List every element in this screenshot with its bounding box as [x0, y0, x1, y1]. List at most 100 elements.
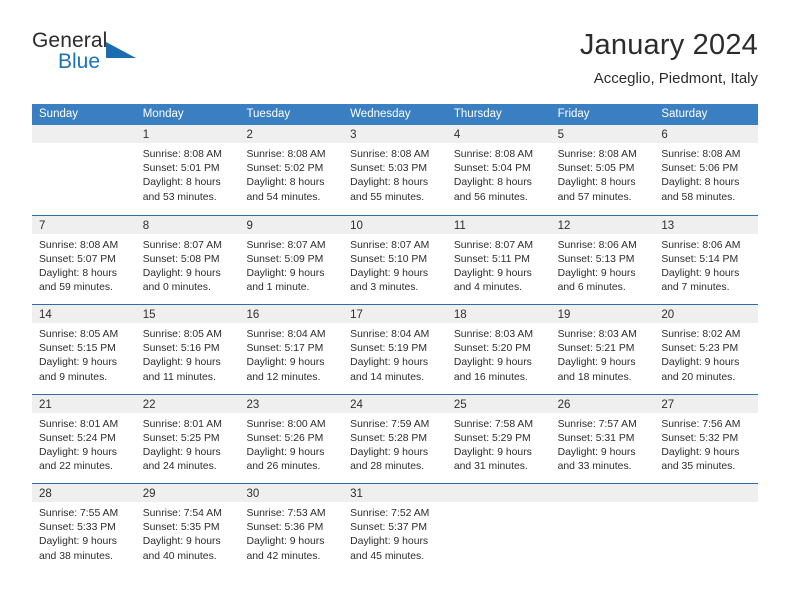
day-cell-19[interactable]: 19 Sunrise: 8:03 AM Sunset: 5:21 PM Dayligh…: [550, 305, 655, 394]
day-cell-1[interactable]: 1 Sunrise: 8:08 AM Sunset: 5:01 PM Daylight…: [135, 125, 240, 215]
day-number: 18: [453, 309, 467, 321]
sunrise-text: Sunrise: 8:07 AM: [246, 239, 326, 251]
day-cell-31[interactable]: 31 Sunrise: 7:52 AM Sunset: 5:37 PM Dayligh…: [343, 484, 447, 573]
sunset-text: Sunset: 5:19 PM: [350, 343, 427, 355]
daylight-text-cont: and 18 minutes.: [557, 371, 632, 383]
sunset-text: Sunset: 5:08 PM: [142, 253, 220, 265]
daylight-text: Daylight: 9 hours: [557, 357, 636, 369]
day-cell-26[interactable]: 26 Sunrise: 7:57 AM Sunset: 5:31 PM Dayligh…: [550, 394, 655, 483]
day-number: 22: [142, 398, 156, 411]
calendar-grid: Sunday Monday Tuesday Wednesday Thursday Frid…: [32, 104, 759, 573]
sunset-text: Sunset: 5:28 PM: [350, 432, 427, 444]
day-number: 14: [39, 309, 52, 321]
weekday-header-thursday: Thursday: [453, 108, 502, 120]
day-number: 5: [557, 129, 564, 141]
sunrise-text: Sunrise: 8:01 AM: [142, 418, 222, 430]
day-cell-12[interactable]: 12 Sunrise: 8:06 AM Sunset: 5:13 PM Dayligh…: [550, 215, 655, 304]
day-cell-25[interactable]: 25 Sunrise: 7:58 AM Sunset: 5:29 PM Dayligh…: [446, 394, 551, 483]
day-number-band: 11: [446, 215, 551, 234]
day-number: 27: [661, 398, 675, 411]
sunrise-text: Sunrise: 8:03 AM: [557, 329, 637, 340]
daylight-text-cont: and 14 minutes.: [350, 371, 425, 383]
brand-name-top: General: [32, 29, 108, 52]
day-number-band: 12: [550, 215, 655, 234]
daylight-text: Daylight: 9 hours: [39, 536, 117, 548]
day-cell-24[interactable]: 24 Sunrise: 7:59 AM Sunset: 5:28 PM Dayligh…: [343, 394, 447, 483]
day-number-band: 4: [446, 125, 551, 143]
day-cell-details: Sunrise: 8:05 AM Sunset: 5:16 PM Daylight:…: [136, 323, 240, 385]
sunrise-text: Sunrise: 8:07 AM: [142, 239, 222, 251]
day-cell-13[interactable]: 13 Sunrise: 8:06 AM Sunset: 5:14 PM Dayligh…: [654, 215, 759, 304]
day-cell-6[interactable]: 6 Sunrise: 8:08 AM Sunset: 5:06 PM Daylight…: [654, 125, 759, 215]
day-number-band: 18: [446, 305, 551, 323]
day-cell-14[interactable]: 14 Sunrise: 8:05 AM Sunset: 5:15 PM Dayligh…: [32, 305, 136, 394]
day-cell-18[interactable]: 18 Sunrise: 8:03 AM Sunset: 5:20 PM Dayligh…: [446, 305, 551, 394]
sunrise-text: Sunrise: 8:05 AM: [39, 329, 119, 340]
day-cell-empty: [654, 484, 759, 573]
daylight-text-cont: and 59 minutes.: [39, 282, 113, 294]
day-cell-27[interactable]: 27 Sunrise: 7:56 AM Sunset: 5:32 PM Dayligh…: [654, 394, 759, 483]
day-number-band: 14: [32, 305, 136, 323]
day-cell-22[interactable]: 22 Sunrise: 8:01 AM Sunset: 5:25 PM Dayligh…: [135, 394, 240, 483]
daylight-text: Daylight: 9 hours: [246, 536, 325, 548]
sunset-text: Sunset: 5:16 PM: [142, 343, 220, 355]
day-number-band: 21: [32, 394, 136, 413]
day-cell-30[interactable]: 30 Sunrise: 7:53 AM Sunset: 5:36 PM Dayligh…: [239, 484, 344, 573]
daylight-text: Daylight: 9 hours: [350, 446, 429, 458]
day-number-band: 31: [343, 484, 447, 502]
sunrise-text: Sunrise: 8:08 AM: [453, 149, 534, 160]
daylight-text-cont: and 54 minutes.: [246, 191, 321, 203]
daylight-text: Daylight: 9 hours: [453, 267, 532, 279]
calendar-week-row: 1 Sunrise: 8:08 AM Sunset: 5:01 PM Daylight…: [32, 125, 759, 215]
daylight-text: Daylight: 8 hours: [453, 177, 532, 189]
daylight-text: Daylight: 9 hours: [142, 446, 221, 458]
day-number-band: 19: [550, 305, 655, 323]
day-cell-10[interactable]: 10 Sunrise: 8:07 AM Sunset: 5:10 PM Dayligh…: [343, 215, 447, 304]
day-number: 26: [557, 398, 571, 411]
day-cell-2[interactable]: 2 Sunrise: 8:08 AM Sunset: 5:02 PM Daylight…: [239, 125, 344, 215]
day-cell-9[interactable]: 9 Sunrise: 8:07 AM Sunset: 5:09 PM Daylight…: [239, 215, 344, 304]
day-cell-16[interactable]: 16 Sunrise: 8:04 AM Sunset: 5:17 PM Dayligh…: [239, 305, 344, 394]
day-number-band: 13: [654, 215, 759, 234]
day-cell-23[interactable]: 23 Sunrise: 8:00 AM Sunset: 5:26 PM Dayligh…: [239, 394, 344, 483]
day-cell-details: Sunrise: 8:06 AM Sunset: 5:13 PM Daylight:…: [551, 234, 655, 296]
day-cell-details: Sunrise: 8:05 AM Sunset: 5:15 PM Daylight:…: [32, 323, 136, 385]
daylight-text-cont: and 9 minutes.: [39, 371, 108, 383]
day-number-band: 5: [550, 125, 655, 143]
day-cell-3[interactable]: 3 Sunrise: 8:08 AM Sunset: 5:03 PM Daylight…: [343, 125, 447, 215]
day-cell-5[interactable]: 5 Sunrise: 8:08 AM Sunset: 5:05 PM Daylight…: [550, 125, 655, 215]
sunset-text: Sunset: 5:37 PM: [350, 522, 427, 534]
day-cell-17[interactable]: 17 Sunrise: 8:04 AM Sunset: 5:19 PM Dayligh…: [343, 305, 447, 394]
day-cell-11[interactable]: 11 Sunrise: 8:07 AM Sunset: 5:11 PM Dayligh…: [446, 215, 551, 304]
day-number-band: 10: [343, 215, 447, 234]
day-cell-29[interactable]: 29 Sunrise: 7:54 AM Sunset: 5:35 PM Dayligh…: [135, 484, 240, 573]
day-cell-15[interactable]: 15 Sunrise: 8:05 AM Sunset: 5:16 PM Dayligh…: [135, 305, 240, 394]
day-number: 8: [142, 219, 150, 232]
day-number-band: 15: [135, 305, 240, 323]
sunset-text: Sunset: 5:31 PM: [557, 432, 635, 444]
sunrise-text: Sunrise: 8:04 AM: [246, 329, 326, 340]
sunrise-text: Sunrise: 8:06 AM: [661, 239, 741, 251]
day-cell-details: Sunrise: 8:02 AM Sunset: 5:23 PM Daylight:…: [654, 323, 758, 385]
day-cell-20[interactable]: 20 Sunrise: 8:02 AM Sunset: 5:23 PM Dayligh…: [654, 305, 759, 394]
sunrise-text: Sunrise: 8:07 AM: [453, 239, 534, 251]
daylight-text: Daylight: 9 hours: [246, 446, 325, 458]
day-number: 17: [350, 309, 363, 321]
day-cell-4[interactable]: 4 Sunrise: 8:08 AM Sunset: 5:04 PM Daylight…: [446, 125, 551, 215]
day-cell-28[interactable]: 28 Sunrise: 7:55 AM Sunset: 5:33 PM Dayligh…: [32, 484, 136, 573]
day-cell-7[interactable]: 7 Sunrise: 8:08 AM Sunset: 5:07 PM Daylight…: [32, 215, 136, 304]
day-number: 9: [246, 219, 253, 232]
day-cell-details: Sunrise: 8:08 AM Sunset: 5:04 PM Daylight:…: [447, 143, 551, 205]
day-number-band: 2: [239, 125, 344, 143]
day-number-band: 30: [239, 484, 344, 502]
day-cell-details: Sunrise: 8:07 AM Sunset: 5:10 PM Daylight:…: [343, 234, 447, 296]
day-cell-8[interactable]: 8 Sunrise: 8:07 AM Sunset: 5:08 PM Daylight…: [135, 215, 240, 304]
daylight-text: Daylight: 9 hours: [350, 267, 429, 279]
day-cell-21[interactable]: 21 Sunrise: 8:01 AM Sunset: 5:24 PM Dayligh…: [32, 394, 136, 483]
sunset-text: Sunset: 5:09 PM: [246, 253, 324, 265]
sunrise-text: Sunrise: 8:01 AM: [39, 418, 119, 430]
brand-logo[interactable]: General Blue: [32, 28, 162, 80]
day-cell-empty: [32, 125, 136, 215]
day-cell-details: Sunrise: 7:52 AM Sunset: 5:37 PM Daylight:…: [343, 502, 447, 564]
sunrise-text: Sunrise: 7:55 AM: [39, 508, 119, 519]
